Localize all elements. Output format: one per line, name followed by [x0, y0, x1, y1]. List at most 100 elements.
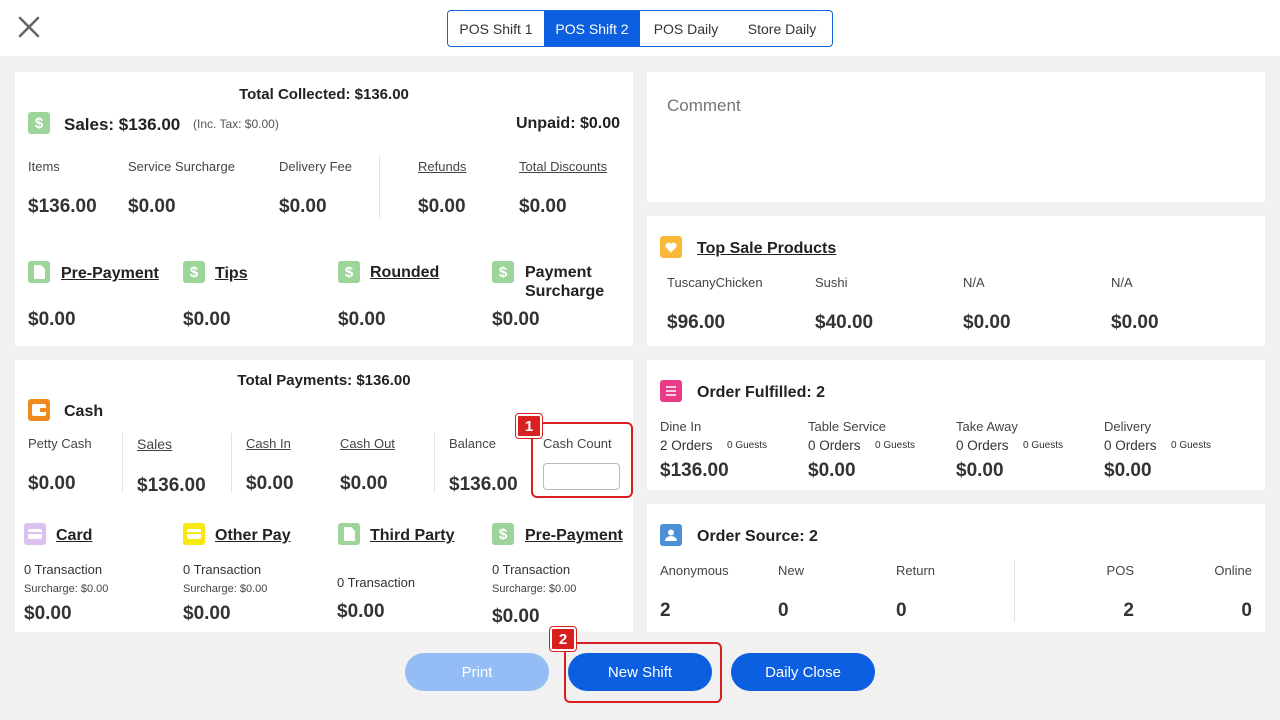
payment-surcharge-label: Payment	[525, 264, 592, 281]
tab-pos-shift-2[interactable]: POS Shift 2	[544, 11, 640, 46]
other-pay-link[interactable]: Other Pay	[215, 527, 291, 545]
take-away-orders: 0 Orders	[956, 438, 1009, 453]
balance-label: Balance	[449, 436, 496, 451]
unpaid-total: Unpaid: $0.00	[515, 115, 620, 132]
new-value: 0	[778, 600, 789, 621]
return-label: Return	[896, 563, 936, 578]
cash-sales-value: $136.00	[137, 475, 206, 496]
cash-title: Cash	[64, 403, 104, 420]
card-icon	[24, 523, 46, 545]
take-away-label: Take Away	[956, 419, 1018, 434]
dine-in-value: $136.00	[660, 460, 729, 481]
refunds-link[interactable]: Refunds	[418, 159, 466, 174]
card-value: $0.00	[24, 603, 72, 624]
tab-store-daily[interactable]: Store Daily	[732, 11, 832, 46]
divider	[434, 433, 435, 493]
cash-count-label: Cash Count	[543, 436, 612, 451]
document-icon	[338, 523, 360, 545]
cash-out-link[interactable]: Cash Out	[340, 436, 395, 451]
close-icon[interactable]	[16, 14, 42, 40]
top-sale-name: Sushi	[815, 275, 848, 290]
top-sale-title-link[interactable]: Top Sale Products	[697, 240, 836, 258]
items-label: Items	[28, 159, 60, 174]
tab-pos-shift-1[interactable]: POS Shift 1	[448, 11, 544, 46]
payment-surcharge-label-2: Surcharge	[525, 283, 605, 300]
pre-payment-surcharge: Surcharge: $0.00	[492, 583, 577, 595]
delivery-orders: 0 Orders	[1104, 438, 1157, 453]
tab-pos-daily[interactable]: POS Daily	[640, 11, 732, 46]
people-icon	[660, 524, 682, 546]
dollar-icon: $	[28, 112, 50, 134]
tips-value: $0.00	[183, 309, 231, 330]
heart-icon	[660, 236, 682, 258]
return-value: 0	[896, 600, 907, 621]
dine-in-label: Dine In	[660, 419, 702, 434]
total-collected: Total Collected: $136.00	[239, 86, 409, 103]
dollar-icon: $	[492, 261, 514, 283]
top-sale-name: N/A	[963, 275, 985, 290]
rounded-link[interactable]: Rounded	[370, 264, 439, 282]
daily-close-button[interactable]: Daily Close	[731, 653, 875, 691]
divider	[231, 433, 232, 493]
third-party-value: $0.00	[337, 601, 385, 622]
total-payments: Total Payments: $136.00	[237, 372, 411, 389]
payment-surcharge-value: $0.00	[492, 309, 540, 330]
cash-count-input[interactable]	[543, 463, 620, 490]
pos-value: 2	[1123, 600, 1134, 621]
pre-payment-value: $0.00	[28, 309, 76, 330]
pre-payment-method-value: $0.00	[492, 606, 540, 627]
pre-payment-transactions: 0 Transaction	[492, 562, 571, 577]
take-away-value: $0.00	[956, 460, 1004, 481]
online-value: 0	[1241, 600, 1252, 621]
sales-link[interactable]: Sales	[137, 436, 172, 452]
new-label: New	[778, 563, 805, 578]
pos-label: POS	[1106, 563, 1134, 578]
print-button[interactable]: Print	[405, 653, 549, 691]
cash-in-link[interactable]: Cash In	[246, 436, 291, 451]
delivery-value: $0.00	[1104, 460, 1152, 481]
items-value: $136.00	[28, 196, 97, 217]
report-tabs: POS Shift 1 POS Shift 2 POS Daily Store …	[447, 10, 833, 47]
delivery-fee-value: $0.00	[279, 196, 327, 217]
card-transactions: 0 Transaction	[24, 562, 103, 577]
top-sale-value: $96.00	[667, 312, 726, 333]
other-pay-value: $0.00	[183, 603, 231, 624]
delivery-label: Delivery	[1104, 419, 1151, 434]
new-shift-button[interactable]: New Shift	[568, 653, 712, 691]
anonymous-value: 2	[660, 600, 671, 621]
delivery-guests: 0 Guests	[1171, 440, 1212, 451]
service-surcharge-label: Service Surcharge	[128, 159, 235, 174]
rounded-value: $0.00	[338, 309, 386, 330]
cash-in-value: $0.00	[246, 473, 294, 494]
online-label: Online	[1214, 563, 1252, 578]
card-link[interactable]: Card	[56, 527, 92, 545]
order-source-title: Order Source: 2	[697, 528, 818, 545]
order-fulfilled-title: Order Fulfilled: 2	[697, 384, 826, 401]
service-surcharge-value: $0.00	[128, 196, 176, 217]
annotation-badge-2: 2	[550, 627, 576, 651]
order-source-card	[647, 504, 1265, 632]
comment-field[interactable]	[647, 72, 1265, 202]
top-sale-value: $0.00	[963, 312, 1011, 333]
third-party-link[interactable]: Third Party	[370, 527, 454, 545]
petty-cash-label: Petty Cash	[28, 436, 92, 451]
refunds-value: $0.00	[418, 196, 466, 217]
tips-link[interactable]: Tips	[215, 265, 248, 283]
card-surcharge: Surcharge: $0.00	[24, 583, 109, 595]
pre-payment-method-link[interactable]: Pre-Payment	[525, 527, 623, 545]
dollar-icon: $	[183, 261, 205, 283]
delivery-fee-label: Delivery Fee	[279, 159, 352, 174]
total-discounts-link[interactable]: Total Discounts	[519, 159, 607, 174]
dollar-icon: $	[338, 261, 360, 283]
annotation-badge-1: 1	[516, 414, 542, 438]
document-icon	[28, 261, 50, 283]
other-pay-surcharge: Surcharge: $0.00	[183, 583, 268, 595]
take-away-guests: 0 Guests	[1023, 440, 1064, 451]
top-sale-name: N/A	[1111, 275, 1133, 290]
dine-in-orders: 2 Orders	[660, 438, 713, 453]
pre-payment-link[interactable]: Pre-Payment	[61, 265, 159, 283]
table-service-label: Table Service	[808, 419, 887, 434]
divider	[379, 156, 380, 218]
inc-tax: (Inc. Tax: $0.00)	[193, 117, 279, 131]
card-icon	[183, 523, 205, 545]
